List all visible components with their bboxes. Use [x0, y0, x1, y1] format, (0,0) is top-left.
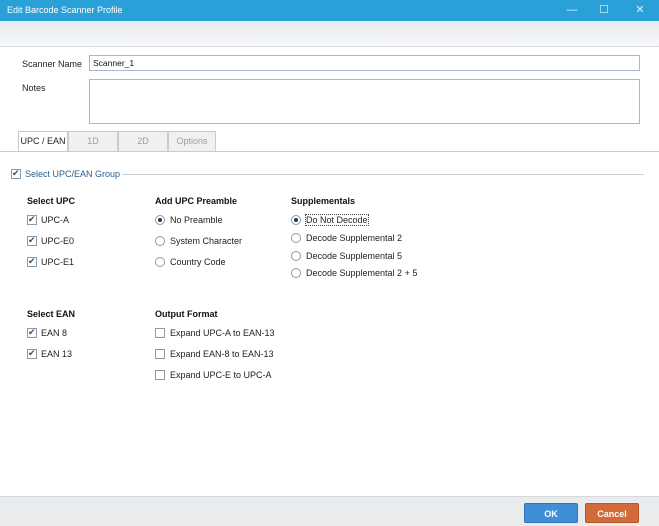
add-upc-preamble-heading: Add UPC Preamble — [155, 196, 238, 206]
tab-upc-ean[interactable]: UPC / EAN — [18, 131, 68, 152]
select-ean-heading: Select EAN — [27, 309, 76, 319]
expand-upc-e-label: Expand UPC-E to UPC-A — [170, 370, 272, 380]
expand-upc-a-label: Expand UPC-A to EAN-13 — [170, 328, 275, 338]
select-upc-ean-group-checkbox[interactable] — [11, 168, 21, 179]
notes-textarea[interactable] — [89, 79, 640, 124]
no-preamble-radio[interactable] — [155, 215, 165, 225]
country-code-radio[interactable] — [155, 257, 165, 267]
close-icon[interactable]: ✕ — [623, 0, 657, 21]
header-band — [0, 21, 659, 47]
decode-supplemental-5-label: Decode Supplemental 5 — [306, 251, 403, 261]
select-upc-ean-group-label: Select UPC/EAN Group — [25, 169, 121, 179]
upc-e0-label: UPC-E0 — [41, 236, 75, 246]
tab-divider — [0, 151, 659, 152]
ean-13-checkbox[interactable] — [27, 348, 37, 359]
decode-supplemental-2-radio[interactable] — [291, 233, 301, 243]
do-not-decode-radio[interactable] — [291, 215, 301, 225]
decode-supplemental-2-5-label: Decode Supplemental 2 + 5 — [306, 268, 418, 278]
expand-ean-8-checkbox[interactable] — [155, 349, 165, 359]
ok-button[interactable]: OK — [524, 503, 578, 523]
cancel-button[interactable]: Cancel — [585, 503, 639, 523]
tab-options[interactable]: Options — [168, 131, 216, 151]
maximize-icon[interactable]: ☐ — [587, 0, 621, 21]
upc-a-checkbox[interactable] — [27, 214, 37, 225]
minimize-icon[interactable]: — — [555, 0, 589, 21]
title-bar: Edit Barcode Scanner Profile — ☐ ✕ — [0, 0, 659, 21]
decode-supplemental-2-label: Decode Supplemental 2 — [306, 233, 403, 243]
do-not-decode-label: Do Not Decode — [305, 214, 369, 226]
group-divider — [122, 174, 644, 175]
tab-2d[interactable]: 2D — [118, 131, 168, 151]
output-format-heading: Output Format — [155, 309, 218, 319]
decode-supplemental-2-5-radio[interactable] — [291, 268, 301, 278]
scanner-name-input[interactable] — [89, 55, 640, 71]
system-character-label: System Character — [170, 236, 243, 246]
window-title: Edit Barcode Scanner Profile — [7, 5, 123, 15]
expand-upc-e-checkbox[interactable] — [155, 370, 165, 380]
upc-e1-label: UPC-E1 — [41, 257, 75, 267]
scanner-name-label: Scanner Name — [22, 59, 83, 69]
country-code-label: Country Code — [170, 257, 226, 267]
no-preamble-label: No Preamble — [170, 215, 223, 225]
supplementals-heading: Supplementals — [291, 196, 356, 206]
select-upc-heading: Select UPC — [27, 196, 76, 206]
tab-1d[interactable]: 1D — [68, 131, 118, 151]
ean-8-checkbox[interactable] — [27, 327, 37, 338]
decode-supplemental-5-radio[interactable] — [291, 251, 301, 261]
ean-13-label: EAN 13 — [41, 349, 73, 359]
system-character-radio[interactable] — [155, 236, 165, 246]
upc-a-label: UPC-A — [41, 215, 70, 225]
expand-upc-a-checkbox[interactable] — [155, 328, 165, 338]
upc-e1-checkbox[interactable] — [27, 256, 37, 267]
expand-ean-8-label: Expand EAN-8 to EAN-13 — [170, 349, 274, 359]
notes-label: Notes — [22, 83, 46, 93]
upc-e0-checkbox[interactable] — [27, 235, 37, 246]
ean-8-label: EAN 8 — [41, 328, 68, 338]
